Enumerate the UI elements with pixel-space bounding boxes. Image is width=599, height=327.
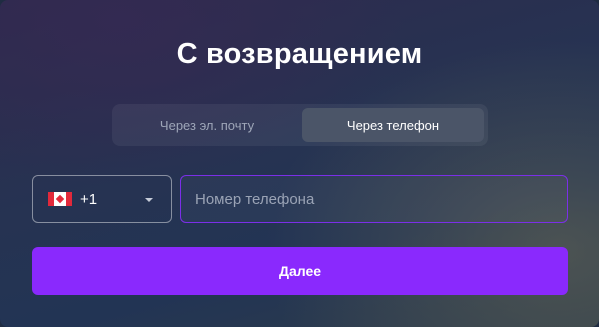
tab-phone[interactable]: Через телефон <box>302 108 484 142</box>
country-code-label: +1 <box>80 190 98 208</box>
country-code-select[interactable]: +1 <box>32 175 172 223</box>
page-title: С возвращением <box>176 38 423 70</box>
phone-number-input[interactable] <box>180 175 568 223</box>
login-card: С возвращением Через эл. почту Через тел… <box>0 0 599 327</box>
chevron-down-icon <box>145 198 153 202</box>
canada-flag-icon <box>48 192 72 206</box>
next-button[interactable]: Далее <box>32 247 568 295</box>
tab-email[interactable]: Через эл. почту <box>116 108 298 142</box>
login-method-tabs: Через эл. почту Через телефон <box>112 104 488 146</box>
